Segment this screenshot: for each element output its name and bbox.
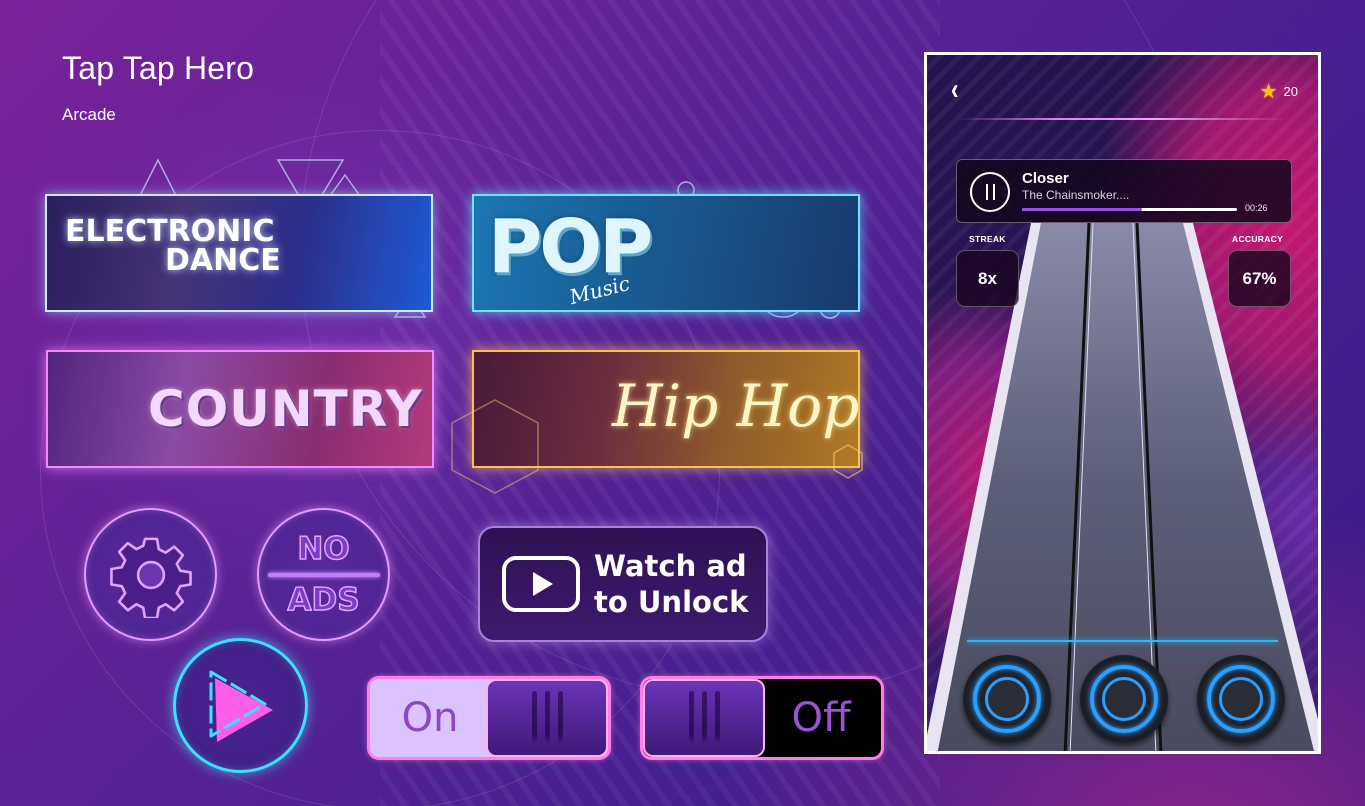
- genre-card-pop[interactable]: POP Music: [472, 194, 860, 312]
- app-title: Tap Tap Hero: [62, 50, 255, 86]
- genre-title: ELECTRONIC DANCE: [65, 217, 281, 278]
- genre-title: Hip Hop: [612, 372, 860, 440]
- header-divider: [957, 118, 1288, 120]
- play-icon: [209, 670, 273, 742]
- streak-label: STREAK: [969, 234, 1006, 244]
- watch-ad-to-unlock-button[interactable]: Watch ad to Unlock: [478, 526, 768, 642]
- pause-bar: [992, 184, 995, 200]
- streak-value: 8x: [956, 250, 1019, 307]
- grip-line: [544, 691, 550, 745]
- pause-bar: [985, 184, 988, 200]
- genre-title: COUNTRY: [148, 380, 423, 438]
- toggle-knob[interactable]: [643, 679, 765, 757]
- grip-line: [701, 691, 707, 745]
- song-progress-fill: [1022, 208, 1143, 211]
- no-ads-divider: [267, 572, 380, 577]
- song-time: 00:26: [1245, 203, 1268, 213]
- genre-title-line2: DANCE: [165, 242, 281, 278]
- toggle-label: Off: [791, 695, 851, 741]
- genre-card-country[interactable]: COUNTRY: [46, 350, 434, 468]
- grip-line: [557, 691, 563, 745]
- no-ads-button[interactable]: NO ADS: [257, 508, 390, 641]
- gear-icon: [109, 537, 192, 618]
- toggle-knob[interactable]: [486, 679, 608, 757]
- settings-button[interactable]: [84, 508, 217, 641]
- song-title: Closer: [1022, 170, 1069, 187]
- watch-ad-line2: to Unlock: [594, 585, 749, 619]
- tap-pad-left[interactable]: [963, 655, 1051, 743]
- song-artist: The Chainsmoker....: [1022, 188, 1130, 202]
- play-button[interactable]: [173, 638, 308, 773]
- pause-button[interactable]: [970, 172, 1010, 212]
- toggle-switch-on[interactable]: On: [367, 676, 611, 760]
- hit-line: [967, 640, 1278, 642]
- genre-card-electronic-dance[interactable]: ELECTRONIC DANCE: [45, 194, 433, 312]
- app-category: Arcade: [62, 105, 116, 124]
- accuracy-value: 67%: [1228, 250, 1291, 307]
- now-playing-card: Closer The Chainsmoker.... 00:26: [956, 159, 1292, 223]
- star-icon: ★: [1259, 81, 1278, 103]
- game-screen-preview: ‹‹ ★ 20 Closer The Chainsmoker.... 00:26…: [924, 52, 1321, 754]
- toggle-label: On: [401, 695, 459, 741]
- no-ads-label-bottom: ADS: [287, 581, 361, 618]
- toggle-switch-off[interactable]: Off: [640, 676, 884, 760]
- tap-pad-right[interactable]: [1197, 655, 1285, 743]
- genre-card-hip-hop[interactable]: Hip Hop: [472, 350, 860, 468]
- star-counter: ★ 20: [1260, 79, 1298, 104]
- no-ads-label-top: NO: [297, 530, 351, 567]
- accuracy-label: ACCURACY: [1232, 234, 1284, 244]
- watch-ad-line1: Watch ad: [594, 549, 747, 583]
- watch-ad-label: Watch ad to Unlock: [594, 548, 748, 620]
- grip-line: [714, 691, 720, 745]
- song-progress-bar[interactable]: [1022, 208, 1237, 211]
- grip-line: [688, 691, 694, 745]
- tap-pad-center[interactable]: [1080, 655, 1168, 743]
- video-play-icon: [502, 556, 580, 612]
- grip-line: [531, 691, 537, 745]
- star-count: 20: [1283, 84, 1298, 99]
